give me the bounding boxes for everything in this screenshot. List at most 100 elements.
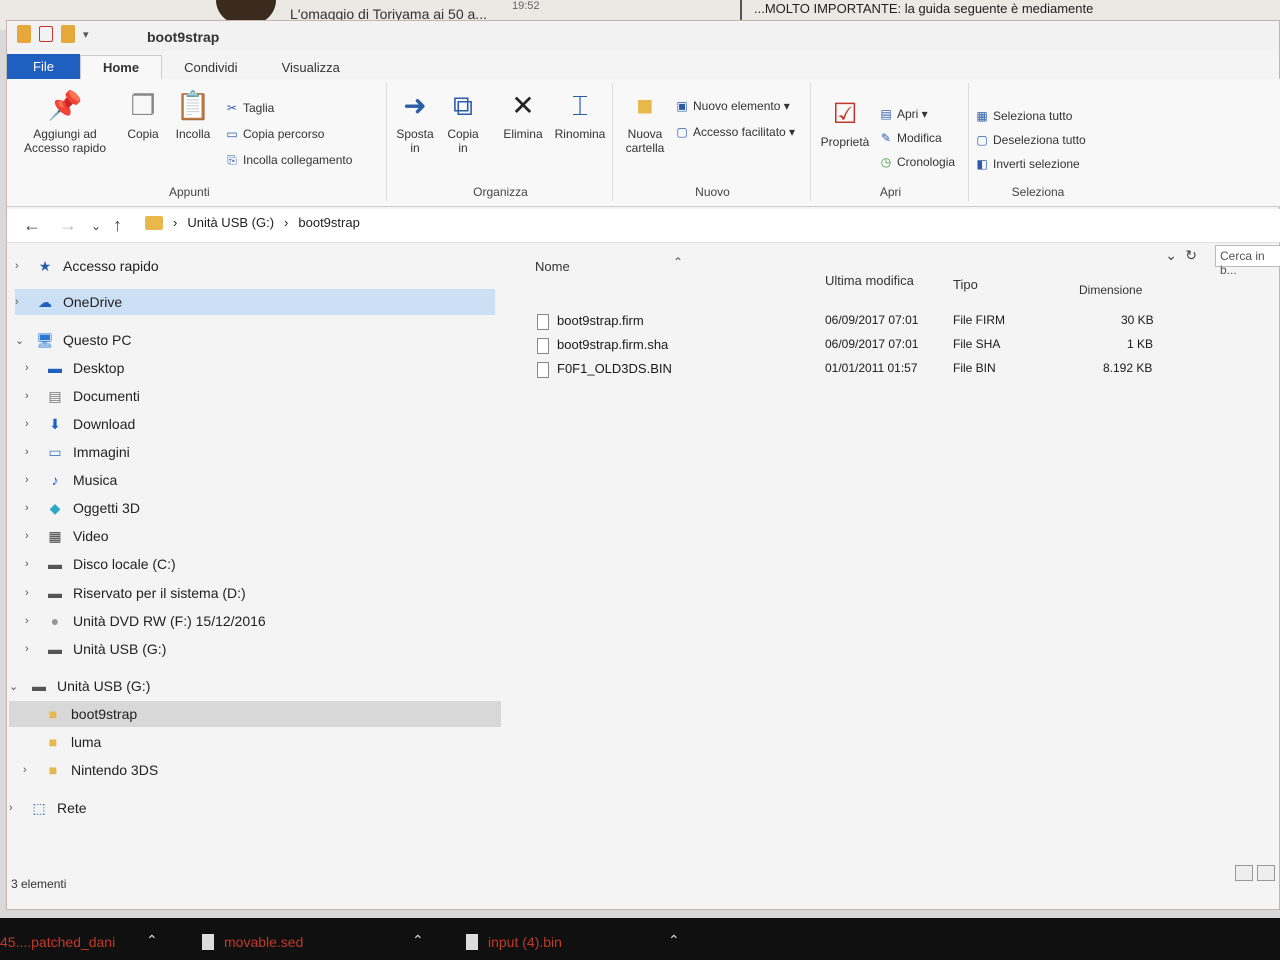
- up-arrow-icon[interactable]: ↑: [113, 215, 122, 236]
- download-item[interactable]: 45....patched_dani: [0, 934, 115, 950]
- table-row[interactable]: F0F1_OLD3DS.BIN 01/01/2011 01:57 File BI…: [533, 357, 1173, 381]
- tab-home[interactable]: Home: [79, 55, 163, 79]
- qat-dropdown-icon[interactable]: ▾: [83, 28, 89, 41]
- properties-check-icon[interactable]: [39, 26, 53, 42]
- table-row[interactable]: boot9strap.firm 06/09/2017 07:01 File FI…: [533, 309, 1173, 333]
- breadcrumb-usb[interactable]: Unità USB (G:): [187, 215, 274, 230]
- large-icons-view-icon[interactable]: [1257, 865, 1275, 881]
- nav-item-pictures[interactable]: › ▭ Immagini: [25, 439, 495, 465]
- paste-link-button[interactable]: ⎘ Incolla collegamento: [225, 153, 352, 168]
- search-input[interactable]: Cerca in b...: [1215, 245, 1280, 277]
- nav-item-documents[interactable]: › ▤ Documenti: [25, 383, 495, 409]
- copy-to-button[interactable]: ⧉ Copia in: [441, 89, 485, 155]
- cut-button[interactable]: ✂ Taglia: [225, 101, 274, 115]
- chevron-up-icon[interactable]: ⌃: [146, 932, 158, 949]
- chevron-up-icon[interactable]: ⌃: [668, 932, 680, 949]
- nav-item-reserved[interactable]: › ▬ Riservato per il sistema (D:): [25, 580, 495, 606]
- nav-item-dvd[interactable]: › ● Unità DVD RW (F:) 15/12/2016: [25, 608, 495, 634]
- column-header-size[interactable]: Dimensione: [1079, 283, 1142, 297]
- file-name-cell: boot9strap.firm: [537, 313, 644, 330]
- column-header-name[interactable]: Nome: [535, 259, 570, 274]
- nav-item-nintendo-3ds[interactable]: › ■ Nintendo 3DS: [23, 757, 493, 783]
- group-label-clipboard: Appunti: [169, 185, 210, 199]
- nav-item-music[interactable]: › ♪ Musica: [25, 467, 495, 493]
- easy-access-button[interactable]: ▢ Accesso facilitato ▾: [675, 125, 795, 139]
- folder-icon[interactable]: [17, 25, 31, 43]
- nav-item-downloads[interactable]: › ⬇ Download: [25, 411, 495, 437]
- nav-item-videos[interactable]: › ▦ Video: [25, 523, 495, 549]
- refresh-icon[interactable]: ↻: [1185, 247, 1197, 264]
- nav-item-usb-drive[interactable]: › ▬ Unità USB (G:): [25, 636, 495, 662]
- nav-item-luma[interactable]: ■ luma: [23, 729, 493, 755]
- chevron-right-icon[interactable]: ›: [23, 764, 37, 776]
- nav-item-3d-objects[interactable]: › ◆ Oggetti 3D: [25, 495, 495, 521]
- new-folder-icon[interactable]: [61, 25, 75, 43]
- nav-item-local-disk[interactable]: › ▬ Disco locale (C:): [25, 551, 495, 577]
- download-item[interactable]: input (4).bin: [466, 934, 562, 950]
- network-icon: ⬚: [32, 799, 46, 816]
- breadcrumb-boot9strap[interactable]: boot9strap: [298, 215, 359, 230]
- column-header-modified[interactable]: Ultima modifica: [825, 273, 914, 288]
- column-header-type[interactable]: Tipo: [953, 277, 978, 292]
- chevron-right-icon[interactable]: ›: [25, 390, 39, 402]
- nav-item-onedrive[interactable]: › ☁ OneDrive: [15, 289, 495, 315]
- history-button[interactable]: ◷ Cronologia: [879, 155, 955, 169]
- chevron-right-icon[interactable]: ›: [173, 215, 177, 230]
- chevron-down-icon[interactable]: ⌄: [15, 334, 29, 347]
- select-none-button[interactable]: ▢ Deseleziona tutto: [975, 133, 1085, 147]
- select-all-button[interactable]: ▦ Seleziona tutto: [975, 109, 1072, 123]
- chevron-right-icon[interactable]: ›: [25, 530, 39, 542]
- download-item[interactable]: movable.sed: [202, 934, 303, 950]
- forward-arrow-icon[interactable]: →: [59, 215, 77, 236]
- chevron-right-icon[interactable]: ›: [25, 558, 39, 570]
- chevron-right-icon[interactable]: ›: [25, 446, 39, 458]
- invert-selection-icon: ◧: [976, 157, 988, 171]
- path-icon: ▭: [226, 127, 238, 141]
- tab-share[interactable]: Condividi: [162, 56, 259, 79]
- chevron-right-icon[interactable]: ›: [25, 418, 39, 430]
- chevron-right-icon[interactable]: ›: [284, 215, 288, 230]
- file-size-cell: 1 KB: [1127, 337, 1154, 351]
- edit-button[interactable]: ✎ Modifica: [879, 131, 942, 145]
- chevron-right-icon[interactable]: ›: [25, 615, 39, 627]
- chevron-down-icon[interactable]: ⌄: [9, 680, 23, 693]
- chevron-right-icon[interactable]: ›: [25, 587, 39, 599]
- nav-label: Questo PC: [63, 332, 132, 348]
- chevron-right-icon[interactable]: ›: [15, 260, 29, 272]
- chevron-right-icon[interactable]: ›: [25, 502, 39, 514]
- chevron-right-icon[interactable]: ›: [25, 362, 39, 374]
- move-to-button[interactable]: ➜ Sposta in: [393, 89, 437, 155]
- copy-path-button[interactable]: ▭ Copia percorso: [225, 127, 324, 141]
- nav-item-this-pc[interactable]: ⌄ 🖥 Questo PC: [15, 327, 495, 353]
- tab-view[interactable]: Visualizza: [260, 56, 362, 79]
- nav-item-usb-drive-root[interactable]: ⌄ ▬ Unità USB (G:): [9, 673, 495, 699]
- breadcrumb[interactable]: › Unità USB (G:) › boot9strap: [145, 215, 360, 230]
- nav-item-boot9strap[interactable]: ■ boot9strap: [9, 701, 501, 727]
- delete-button[interactable]: ✕ Elimina: [499, 89, 547, 141]
- back-arrow-icon[interactable]: ←: [23, 215, 41, 236]
- group-new: ■ Nuova cartella ▣ Nuovo elemento ▾ ▢ Acce…: [615, 83, 811, 201]
- paste-button[interactable]: 📋 Incolla: [169, 89, 217, 141]
- nav-item-quick-access[interactable]: › ★ Accesso rapido: [15, 253, 495, 279]
- address-bar: ← → ⌄ ↑ › Unità USB (G:) › boot9strap ⌄ …: [7, 209, 1280, 277]
- open-button[interactable]: ▤ Apri ▾: [879, 107, 927, 121]
- copy-button[interactable]: ❐ Copia: [121, 89, 165, 141]
- chevron-right-icon[interactable]: ›: [15, 296, 29, 308]
- properties-button[interactable]: ☑ Proprietà: [817, 97, 873, 149]
- chevron-right-icon[interactable]: ›: [25, 643, 39, 655]
- new-folder-button[interactable]: ■ Nuova cartella: [619, 89, 671, 155]
- pin-quick-access-button[interactable]: 📌 Aggiungi ad Accesso rapido: [13, 89, 117, 155]
- nav-item-network[interactable]: › ⬚ Rete: [9, 795, 495, 821]
- chevron-right-icon[interactable]: ›: [9, 802, 23, 814]
- invert-selection-button[interactable]: ◧ Inverti selezione: [975, 157, 1079, 171]
- rename-button[interactable]: ⌶ Rinomina: [551, 89, 609, 141]
- table-row[interactable]: boot9strap.firm.sha 06/09/2017 07:01 Fil…: [533, 333, 1173, 357]
- nav-item-desktop[interactable]: › ▬ Desktop: [25, 355, 495, 381]
- recent-chevron-down-icon[interactable]: ⌄: [91, 219, 101, 233]
- group-label-open: Apri: [879, 185, 902, 199]
- tab-file[interactable]: File: [7, 54, 80, 79]
- new-item-button[interactable]: ▣ Nuovo elemento ▾: [675, 99, 789, 113]
- chevron-right-icon[interactable]: ›: [25, 474, 39, 486]
- chevron-up-icon[interactable]: ⌃: [412, 932, 424, 949]
- details-view-icon[interactable]: [1235, 865, 1253, 881]
